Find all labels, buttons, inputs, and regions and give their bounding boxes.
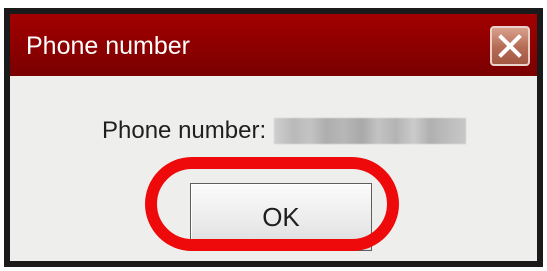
window-title: Phone number [26, 32, 191, 60]
phone-number-row: Phone number: [102, 116, 467, 148]
close-icon [498, 34, 522, 58]
close-button[interactable] [490, 26, 530, 66]
dialog-body: Phone number: OK [10, 76, 537, 261]
title-bar[interactable]: Phone number [10, 14, 537, 76]
ok-button[interactable]: OK [190, 183, 372, 251]
redacted-phone-number [274, 118, 467, 144]
dialog-window: Phone number Phone number: OK [4, 8, 543, 267]
phone-number-label: Phone number: [102, 117, 267, 144]
